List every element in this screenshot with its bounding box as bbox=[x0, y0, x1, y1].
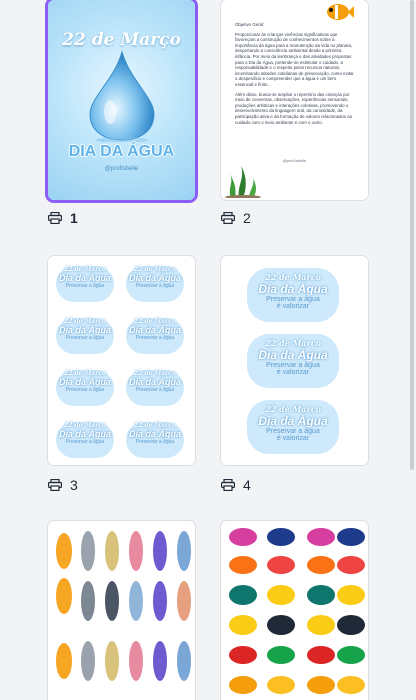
printer-icon bbox=[221, 212, 235, 224]
page-number: 1 bbox=[70, 210, 78, 226]
water-day-label: 22 de Março Dia da Água Preservar a água bbox=[56, 266, 114, 302]
cover-handle: @profisbelle bbox=[104, 166, 139, 172]
objective-paragraph-2: Além disso, busca-se ampliar o repertóri… bbox=[235, 91, 353, 125]
water-day-label: 22 de Março Dia da Água Preservar a água bbox=[126, 318, 184, 354]
page-thumbnail-2[interactable]: Objetivo Geral: Proporcionar às crianças… bbox=[221, 0, 368, 200]
page-number: 3 bbox=[70, 477, 78, 493]
cover-title: DIA DA ÁGUA bbox=[68, 143, 175, 160]
seaweed-icon bbox=[225, 166, 261, 198]
water-day-label: 22 de Março Dia da Água Preservar a água bbox=[126, 370, 184, 406]
water-drop-icon bbox=[89, 50, 155, 142]
cover-date: 22 de Março bbox=[62, 30, 181, 50]
printer-icon bbox=[48, 479, 62, 491]
water-day-label: 22 de Março Dia da Água Preservar a água… bbox=[247, 400, 339, 454]
water-day-label: 22 de Março Dia da Água Preservar a água bbox=[56, 318, 114, 354]
page-label-1[interactable]: 1 bbox=[48, 210, 78, 226]
water-day-label: 22 de Março Dia da Água Preservar a água bbox=[126, 266, 184, 302]
water-day-label: 22 de Março Dia da Água Preservar a água… bbox=[247, 268, 339, 322]
printer-icon bbox=[221, 479, 235, 491]
scrollbar[interactable] bbox=[410, 0, 414, 470]
page-1-cover: 22 de Março DIA DA ÁGUA @profisbelle bbox=[48, 0, 195, 200]
fish-rows-icon bbox=[229, 528, 365, 694]
page-thumbnail-6[interactable] bbox=[221, 521, 368, 700]
water-day-label: 22 de Março Dia da Água Preservar a água bbox=[56, 422, 114, 458]
page-number: 4 bbox=[243, 477, 251, 493]
page-label-2[interactable]: 2 bbox=[221, 210, 251, 226]
objective-paragraph-1: Proporcionar às crianças vivências signi… bbox=[235, 31, 354, 87]
water-day-label: 22 de Março Dia da Água Preservar a água bbox=[56, 370, 114, 406]
fish-icon bbox=[327, 4, 354, 20]
objective-heading: Objetivo Geral: bbox=[235, 22, 265, 27]
page-label-4[interactable]: 4 bbox=[221, 477, 251, 493]
water-day-label: 22 de Março Dia da Água Preservar a água bbox=[126, 422, 184, 458]
water-day-label: 22 de Março Dia da Água Preservar a água… bbox=[247, 334, 339, 388]
page-thumbnail-5[interactable] bbox=[48, 521, 195, 700]
page-2-text: Objetivo Geral: Proporcionar às crianças… bbox=[235, 22, 354, 129]
page-number: 2 bbox=[243, 210, 251, 226]
page-label-3[interactable]: 3 bbox=[48, 477, 78, 493]
page-thumbnail-4[interactable]: 22 de Março Dia da Água Preservar a água… bbox=[221, 256, 368, 465]
printer-icon bbox=[48, 212, 62, 224]
fish-strip-icon bbox=[56, 531, 191, 681]
page-thumbnail-1[interactable]: 22 de Março DIA DA ÁGUA @profisbelle bbox=[48, 0, 195, 200]
page-thumbnail-3[interactable]: 22 de Março Dia da Água Preservar a água… bbox=[48, 256, 195, 465]
